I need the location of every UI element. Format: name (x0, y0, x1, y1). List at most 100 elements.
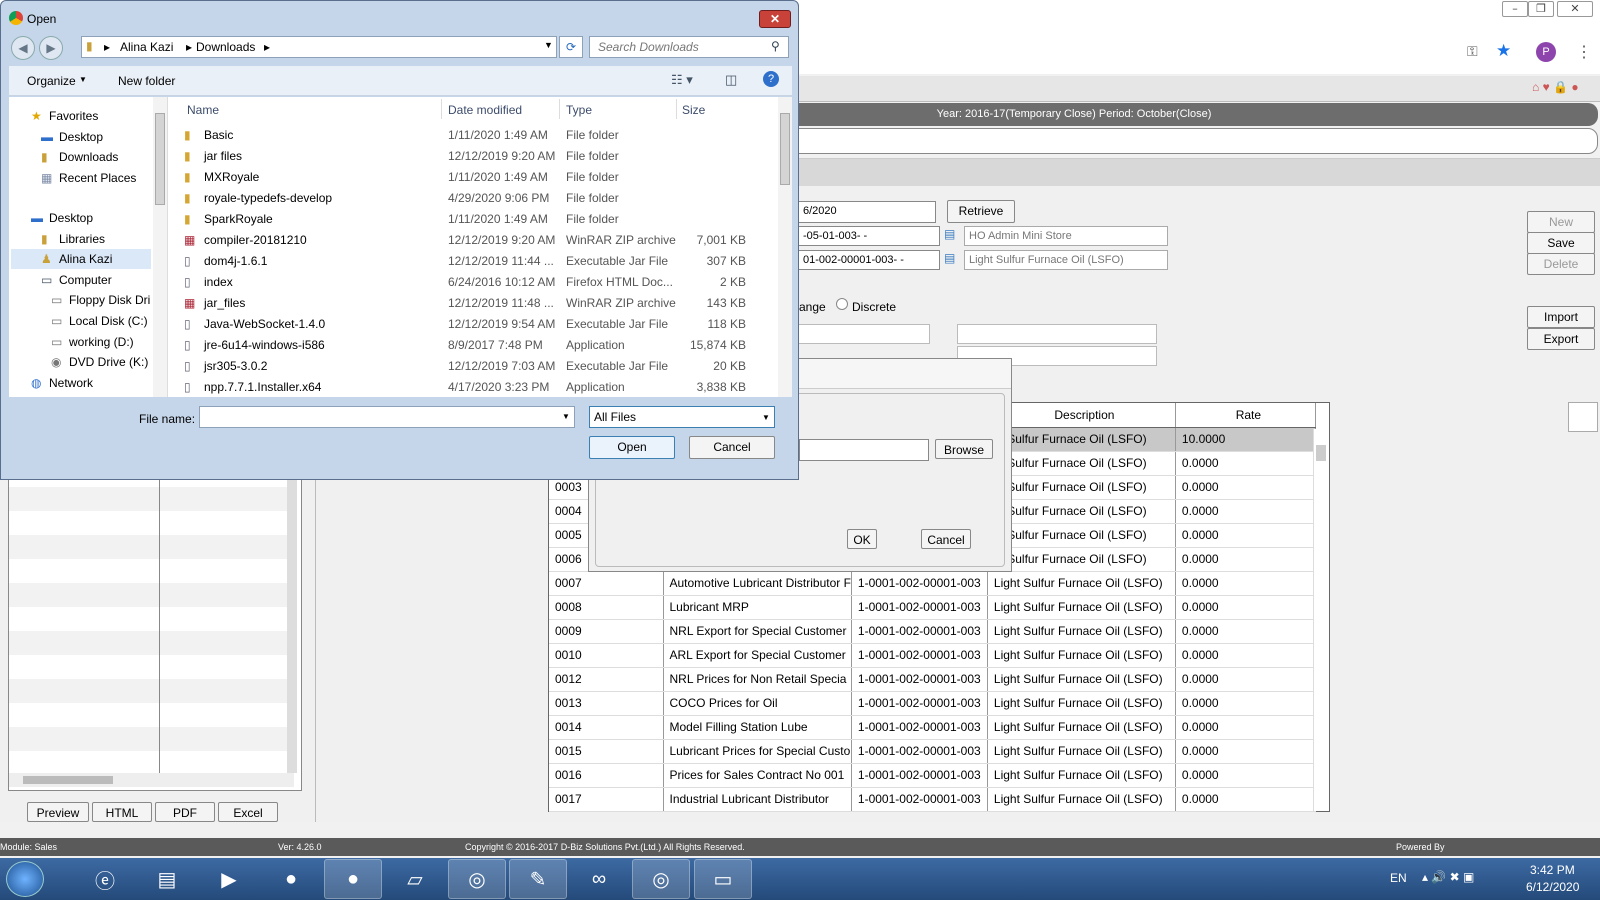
cell-name[interactable]: Lubricant MRP (663, 595, 852, 620)
cell-desc[interactable]: ht Sulfur Furnace Oil (LSFO) (987, 523, 1176, 548)
import-cancel-button[interactable]: Cancel (921, 529, 971, 549)
cell-desc[interactable]: Light Sulfur Furnace Oil (LSFO) (987, 595, 1176, 620)
table-row[interactable]: 0008 Lubricant MRP 1-0001-002-00001-003 Lig… (549, 595, 1316, 620)
star-icon[interactable]: ★ (1496, 41, 1511, 61)
cell-rate[interactable]: 0.0000 (1175, 691, 1316, 716)
excel-tab[interactable]: Excel (218, 802, 278, 822)
grid-scrollbar[interactable] (1313, 429, 1327, 811)
cell-name[interactable]: Model Filling Station Lube (663, 715, 852, 740)
cell-desc[interactable]: Light Sulfur Furnace Oil (LSFO) (987, 643, 1176, 668)
file-type-select[interactable]: All Files ▼ (589, 406, 775, 428)
cell-desc[interactable]: Light Sulfur Furnace Oil (LSFO) (987, 739, 1176, 764)
cell-desc[interactable]: Light Sulfur Furnace Oil (LSFO) (987, 715, 1176, 740)
explorer-icon[interactable]: ▤ (138, 859, 196, 899)
discrete-radio[interactable] (836, 298, 848, 310)
cell-item[interactable]: 1-0001-002-00001-003 (851, 667, 988, 692)
breadcrumb-downloads[interactable]: Downloads (196, 40, 255, 54)
file-row[interactable]: ▦ compiler-20181210 12/12/2019 9:20 AM WinR… (168, 230, 768, 251)
cell-name[interactable]: Lubricant Prices for Special Custo (663, 739, 852, 764)
file-row[interactable]: ▯ jre-6u14-windows-i586 8/9/2017 7:48 PM Ap… (168, 335, 768, 356)
nav-item[interactable]: Recent Places (59, 171, 136, 185)
file-row[interactable]: ▮ royale-typedefs-develop 4/29/2020 9:06 P… (168, 188, 768, 209)
file-row[interactable]: ▮ jar files 12/12/2019 9:20 AM File folder (168, 146, 768, 167)
cell-rate[interactable]: 0.0000 (1175, 523, 1316, 548)
nav-scrollbar[interactable] (153, 97, 167, 397)
cell-name[interactable]: NRL Export for Special Customer (663, 619, 852, 644)
new-folder-button[interactable]: New folder (118, 74, 175, 88)
close-window-button[interactable]: ✕ (1557, 1, 1593, 17)
file-scrollbar[interactable] (778, 97, 792, 397)
cell-item[interactable]: 1-0001-002-00001-003 (851, 619, 988, 644)
table-row[interactable]: 0016 Prices for Sales Contract No 001 1-00… (549, 763, 1316, 788)
help-icon[interactable]: ? (763, 71, 779, 87)
table-row[interactable]: 0007 Automotive Lubricant Distributor F 1-… (549, 571, 1316, 596)
col-size[interactable]: Size (682, 103, 705, 117)
tray-icons[interactable]: ▴ 🔊 ✖ ▣ (1422, 870, 1474, 884)
cell-item[interactable]: 1-0001-002-00001-003 (851, 571, 988, 596)
cell-name[interactable]: Automotive Lubricant Distributor F (663, 571, 852, 596)
cell-rate[interactable]: 0.0000 (1175, 475, 1316, 500)
cell-rate[interactable]: 0.0000 (1175, 667, 1316, 692)
import-file-path[interactable] (799, 439, 929, 461)
nav-item[interactable]: Libraries (59, 232, 105, 246)
open-button[interactable]: Open (589, 436, 675, 459)
cancel-button[interactable]: Cancel (689, 436, 775, 459)
retrieve-button[interactable]: Retrieve (947, 200, 1015, 223)
nav-item[interactable]: DVD Drive (K:) (69, 355, 148, 369)
refresh-icon[interactable]: ⟳ (559, 36, 583, 58)
cell-rate[interactable]: 0.0000 (1175, 787, 1316, 812)
nav-item[interactable]: Floppy Disk Dri (69, 293, 150, 307)
app-tool-icons[interactable]: ⌂ ♥ 🔒 ● (1532, 80, 1579, 94)
breadcrumb-user[interactable]: Alina Kazi (120, 40, 173, 54)
file-row[interactable]: ▦ jar_files 12/12/2019 11:48 ... WinRAR ZIP… (168, 293, 768, 314)
cell-name[interactable]: COCO Prices for Oil (663, 691, 852, 716)
cell-code[interactable]: 0010 (549, 643, 664, 668)
nav-item[interactable]: working (D:) (69, 335, 134, 349)
infinity-icon[interactable]: ∞ (570, 859, 628, 899)
cell-name[interactable]: Prices for Sales Contract No 001 (663, 763, 852, 788)
nav-item[interactable]: Computer (59, 273, 112, 287)
restore-button[interactable]: ❐ (1528, 1, 1554, 17)
view-options-icon[interactable]: ☷ ▾ (671, 72, 693, 88)
start-button[interactable] (6, 861, 44, 897)
col-description[interactable]: Description (987, 403, 1176, 428)
table-row[interactable]: 0010 ARL Export for Special Customer 1-000… (549, 643, 1316, 668)
ok-button[interactable]: OK (847, 529, 877, 549)
nav-item[interactable]: Favorites (49, 109, 98, 123)
cell-rate[interactable]: 0.0000 (1175, 595, 1316, 620)
chrome-icon[interactable]: ◎ (632, 859, 690, 899)
organize-menu[interactable]: Organize (27, 74, 76, 88)
table-row[interactable]: 0017 Industrial Lubricant Distributor 1-00… (549, 787, 1316, 812)
clock-time[interactable]: 3:42 PM (1530, 863, 1575, 877)
cell-item[interactable]: 1-0001-002-00001-003 (851, 763, 988, 788)
cell-rate[interactable]: 10.0000 (1175, 427, 1316, 452)
cell-item[interactable]: 1-0001-002-00001-003 (851, 787, 988, 812)
cell-code[interactable]: 0014 (549, 715, 664, 740)
cell-item[interactable]: 1-0001-002-00001-003 (851, 739, 988, 764)
cell-desc[interactable]: ht Sulfur Furnace Oil (LSFO) (987, 427, 1176, 452)
vertical-scrollbar[interactable] (287, 477, 297, 773)
cell-item[interactable]: 1-0001-002-00001-003 (851, 595, 988, 620)
cell-code[interactable]: 0008 (549, 595, 664, 620)
cell-code[interactable]: 0017 (549, 787, 664, 812)
lookup-icon[interactable]: ▤ (944, 227, 955, 241)
cell-desc[interactable]: Light Sulfur Furnace Oil (LSFO) (987, 787, 1176, 812)
cell-code[interactable]: 0009 (549, 619, 664, 644)
html-tab[interactable]: HTML (92, 802, 152, 822)
minimize-button[interactable]: – (1502, 1, 1528, 17)
cell-code[interactable]: 0015 (549, 739, 664, 764)
back-arrow-icon[interactable]: ◀ (11, 36, 35, 60)
date-field[interactable]: 6/2020 (798, 201, 936, 223)
cell-rate[interactable]: 0.0000 (1175, 547, 1316, 572)
cell-desc[interactable]: Light Sulfur Furnace Oil (LSFO) (987, 667, 1176, 692)
cell-item[interactable]: 1-0001-002-00001-003 (851, 715, 988, 740)
browse-button[interactable]: Browse (935, 439, 993, 459)
file-row[interactable]: ▯ jsr305-3.0.2 12/12/2019 7:03 AM Executabl… (168, 356, 768, 377)
new-button[interactable]: New (1527, 211, 1595, 233)
clock-date[interactable]: 6/12/2020 (1526, 880, 1579, 894)
search-icon[interactable]: ⚲ (771, 39, 780, 53)
col-date[interactable]: Date modified (448, 103, 522, 117)
range-from-field[interactable] (798, 324, 930, 344)
address-bar[interactable]: ▮ ▸ Alina Kazi ▸ Downloads ▸ ▼ (81, 36, 557, 58)
cell-code[interactable]: 0013 (549, 691, 664, 716)
